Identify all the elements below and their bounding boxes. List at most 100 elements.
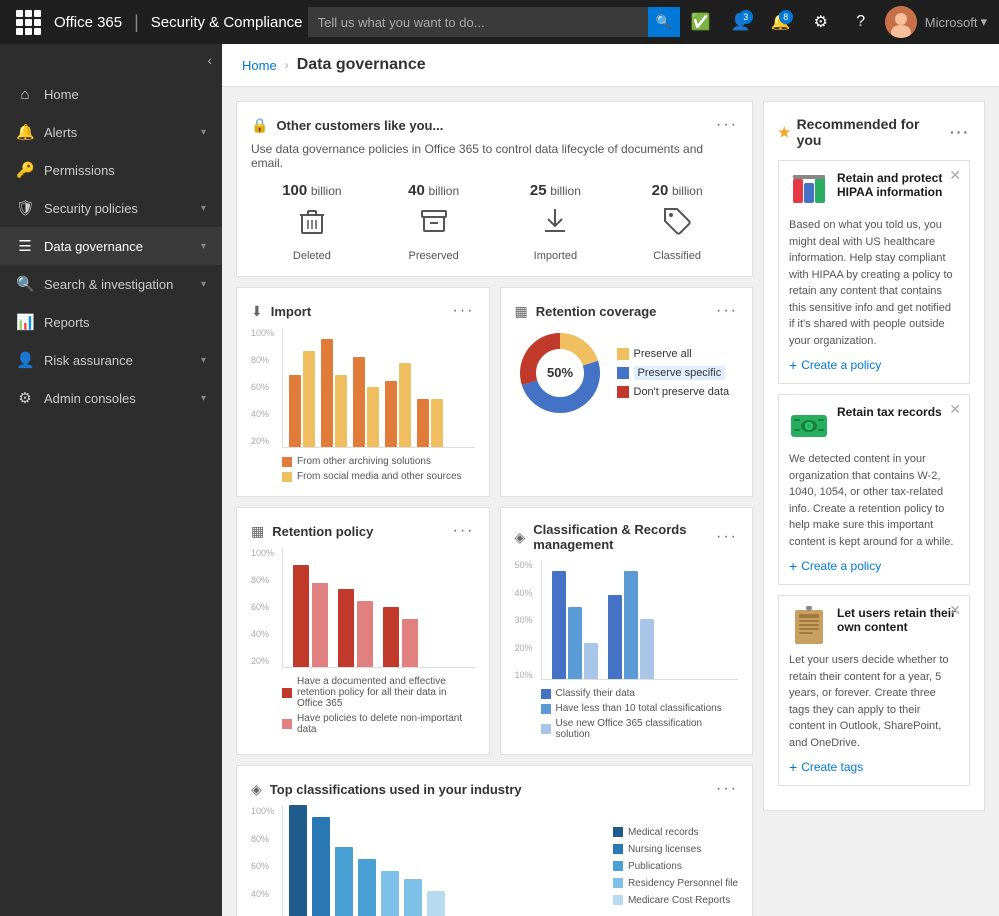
import-bar-yellow-2 [335, 375, 347, 447]
label-medical: Medical records [628, 827, 699, 838]
tc-bar-1 [289, 805, 307, 916]
alerts-icon: 🔔 [16, 123, 34, 141]
label-publications: Publications [628, 861, 682, 872]
import-menu[interactable]: ··· [453, 302, 475, 320]
user-avatar[interactable] [885, 6, 917, 38]
sidebar-label-risk: Risk assurance [44, 353, 191, 368]
rec-close-hipaa[interactable]: ✕ [949, 167, 961, 184]
rec-tax-header: Retain tax records [789, 405, 959, 445]
legend-archiving: From other archiving solutions [282, 456, 474, 467]
search-input[interactable] [308, 7, 648, 37]
sidebar-item-permissions[interactable]: 🔑 Permissions [0, 151, 222, 189]
microsoft-menu[interactable]: Microsoft ▾ [925, 14, 987, 30]
create-policy-tax[interactable]: + Create a policy [789, 558, 959, 574]
stat-imported-label: Imported [534, 250, 577, 262]
create-tags-link[interactable]: + Create tags [789, 759, 959, 775]
dot-delete [282, 719, 292, 729]
legend-classify: Classify their data [541, 688, 738, 699]
other-customers-menu[interactable]: ··· [716, 116, 738, 134]
retention-policy-title: Retention policy [272, 524, 444, 539]
dot-medical [613, 827, 623, 837]
classification-card: ◈ Classification & Records management ··… [500, 507, 754, 755]
recommended-menu[interactable]: ··· [950, 124, 970, 140]
rec-close-tax[interactable]: ✕ [949, 401, 961, 418]
stat-classified-unit: billion [672, 184, 703, 198]
security-chevron: ▾ [201, 203, 206, 214]
recommended-panel: ★ Recommended for you ··· ✕ [763, 101, 985, 811]
rec-hipaa-header: Retain and protect HIPAA information [789, 171, 959, 211]
sidebar-collapse-button[interactable]: ‹ [0, 44, 222, 76]
label-dont-preserve: Don't preserve data [634, 386, 730, 398]
sidebar-item-reports[interactable]: 📊 Reports [0, 303, 222, 341]
checklist-icon[interactable]: ✅ [685, 6, 717, 38]
label-residency: Residency Personnel file [628, 878, 738, 889]
coverage-menu[interactable]: ··· [716, 302, 738, 320]
tc-menu[interactable]: ··· [716, 780, 738, 798]
waffle-button[interactable] [12, 6, 44, 38]
sidebar-item-data-governance[interactable]: ☰ Data governance ▾ [0, 227, 222, 265]
reports-icon: 📊 [16, 313, 34, 331]
tc-title: Top classifications used in your industr… [270, 782, 708, 797]
legend-label-archiving: From other archiving solutions [297, 456, 431, 467]
tc-bar-2 [312, 817, 330, 916]
policy-menu[interactable]: ··· [453, 522, 475, 540]
rec-close-users[interactable]: ✕ [949, 602, 961, 619]
dot-residency [613, 878, 623, 888]
import-header: ⬇ Import ··· [251, 302, 475, 320]
tc-legend: Medical records Nursing licenses Publica… [613, 806, 738, 916]
import-bar-yellow-1 [303, 351, 315, 447]
users-title: Let users retain their own content [837, 606, 959, 646]
contact-icon[interactable]: 👤 3 [725, 6, 757, 38]
users-body: Let your users decide whether to retain … [789, 652, 959, 751]
class-bar-light-2 [640, 619, 654, 679]
import-legend: From other archiving solutions From soci… [282, 456, 474, 482]
sidebar-item-search[interactable]: 🔍 Search & investigation ▾ [0, 265, 222, 303]
class-bars-area: Classify their data Have less than 10 to… [541, 560, 738, 740]
dot-nursing [613, 844, 623, 854]
legend-preserve-all: Preserve all [617, 348, 730, 360]
donut-legend: Preserve all Preserve specific Don't pre… [617, 348, 730, 398]
stat-preserved: 40 billion Preserved [373, 182, 495, 262]
search-bar: 🔍 [303, 7, 685, 37]
import-bar-orange-2 [321, 339, 333, 447]
class-y-axis: 50%40%30%20%10% [515, 560, 533, 680]
legend-publications: Publications [613, 861, 738, 872]
sidebar-item-risk[interactable]: 👤 Risk assurance ▾ [0, 341, 222, 379]
settings-icon[interactable]: ⚙ [805, 6, 837, 38]
bell-icon[interactable]: 🔔 8 [765, 6, 797, 38]
sidebar-label-search: Search & investigation [44, 277, 191, 292]
admin-chevron: ▾ [201, 393, 206, 404]
breadcrumb-home[interactable]: Home [242, 58, 277, 73]
import-bar-group-5 [417, 399, 443, 447]
legend-label-social: From social media and other sources [297, 471, 462, 482]
archive-icon [418, 205, 450, 244]
topbar: Office 365 | Security & Compliance 🔍 ✅ 👤… [0, 0, 999, 44]
dot-less10 [541, 704, 551, 714]
stat-preserved-label: Preserved [409, 250, 459, 262]
hipaa-body: Based on what you told us, you might dea… [789, 217, 959, 349]
search-button[interactable]: 🔍 [648, 7, 680, 37]
label-documented: Have a documented and effective retentio… [297, 676, 474, 709]
legend-less-than-10: Have less than 10 total classifications [541, 703, 738, 714]
sidebar-item-home[interactable]: ⌂ Home [0, 76, 222, 113]
import-bar-group-4 [385, 363, 411, 447]
import-bars-area: From other archiving solutions From soci… [282, 328, 474, 482]
import-bar-orange-1 [289, 375, 301, 447]
sidebar-item-admin[interactable]: ⚙ Admin consoles ▾ [0, 379, 222, 417]
topbar-icons: ✅ 👤 3 🔔 8 ⚙ ? Microsoft ▾ [685, 6, 987, 38]
rp-bar-red-2 [338, 589, 354, 667]
create-policy-hipaa[interactable]: + Create a policy [789, 357, 959, 373]
hipaa-image [789, 171, 829, 211]
class-bars [541, 560, 738, 680]
sidebar-item-alerts[interactable]: 🔔 Alerts ▾ [0, 113, 222, 151]
breadcrumb-current: Data governance [297, 56, 426, 74]
legend-medicare: Medicare Cost Reports [613, 895, 738, 906]
help-icon[interactable]: ? [845, 6, 877, 38]
classification-menu[interactable]: ··· [716, 528, 738, 546]
content-area: 🔒 Other customers like you... ··· Use da… [222, 87, 999, 916]
risk-icon: 👤 [16, 351, 34, 369]
legend-documented: Have a documented and effective retentio… [282, 676, 474, 709]
sidebar-label-admin: Admin consoles [44, 391, 191, 406]
app-title: Security & Compliance [151, 14, 303, 31]
sidebar-item-security-policies[interactable]: 🛡 Security policies ▾ [0, 189, 222, 227]
